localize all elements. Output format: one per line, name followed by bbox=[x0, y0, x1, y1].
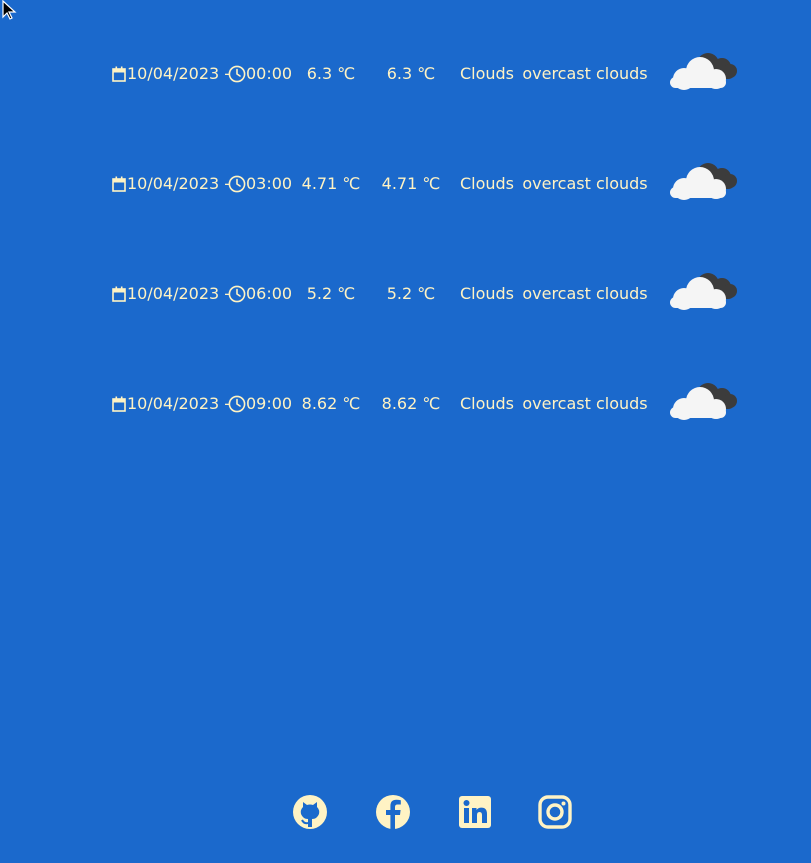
facebook-icon bbox=[376, 795, 410, 830]
forecast-condition: Clouds bbox=[459, 394, 515, 413]
instagram-link[interactable] bbox=[537, 794, 573, 830]
forecast-date: 10/04/2023 - bbox=[127, 284, 231, 303]
forecast-temp: 4.71 ℃ bbox=[301, 174, 361, 193]
mouse-cursor-icon bbox=[2, 0, 17, 20]
overcast-clouds-icon bbox=[670, 273, 737, 310]
github-link[interactable] bbox=[292, 794, 328, 830]
forecast-time: 00:00 bbox=[246, 64, 293, 83]
calendar-icon bbox=[112, 176, 126, 192]
forecast-feels-like: 8.62 ℃ bbox=[381, 394, 441, 413]
forecast-row: 10/04/2023 - 03:00 4.71 ℃ 4.71 ℃ Clouds … bbox=[0, 155, 811, 215]
linkedin-icon bbox=[459, 796, 491, 828]
calendar-icon bbox=[112, 286, 126, 302]
forecast-feels-like: 4.71 ℃ bbox=[381, 174, 441, 193]
forecast-condition: Clouds bbox=[459, 174, 515, 193]
forecast-condition: Clouds bbox=[459, 284, 515, 303]
overcast-clouds-icon bbox=[670, 53, 737, 90]
forecast-time: 09:00 bbox=[246, 394, 293, 413]
overcast-clouds-icon bbox=[670, 383, 737, 420]
forecast-description: overcast clouds bbox=[522, 284, 648, 303]
calendar-icon bbox=[112, 396, 126, 412]
facebook-link[interactable] bbox=[375, 794, 411, 830]
clock-icon bbox=[228, 65, 246, 83]
clock-icon bbox=[228, 175, 246, 193]
overcast-clouds-icon bbox=[670, 163, 737, 200]
forecast-date: 10/04/2023 - bbox=[127, 64, 231, 83]
forecast-feels-like: 5.2 ℃ bbox=[386, 284, 436, 303]
forecast-date: 10/04/2023 - bbox=[127, 394, 231, 413]
forecast-date: 10/04/2023 - bbox=[127, 174, 231, 193]
forecast-temp: 6.3 ℃ bbox=[306, 64, 356, 83]
forecast-description: overcast clouds bbox=[522, 64, 648, 83]
forecast-row: 10/04/2023 - 06:00 5.2 ℃ 5.2 ℃ Clouds ov… bbox=[0, 265, 811, 325]
instagram-icon bbox=[538, 795, 572, 829]
forecast-time: 06:00 bbox=[246, 284, 293, 303]
forecast-row: 10/04/2023 - 09:00 8.62 ℃ 8.62 ℃ Clouds … bbox=[0, 375, 811, 435]
clock-icon bbox=[228, 285, 246, 303]
calendar-icon bbox=[112, 66, 126, 82]
forecast-condition: Clouds bbox=[459, 64, 515, 83]
forecast-temp: 5.2 ℃ bbox=[306, 284, 356, 303]
forecast-description: overcast clouds bbox=[522, 394, 648, 413]
social-footer bbox=[0, 794, 811, 834]
forecast-time: 03:00 bbox=[246, 174, 293, 193]
clock-icon bbox=[228, 395, 246, 413]
linkedin-link[interactable] bbox=[457, 794, 493, 830]
forecast-temp: 8.62 ℃ bbox=[301, 394, 361, 413]
forecast-row: 10/04/2023 - 00:00 6.3 ℃ 6.3 ℃ Clouds ov… bbox=[0, 45, 811, 105]
forecast-feels-like: 6.3 ℃ bbox=[386, 64, 436, 83]
forecast-description: overcast clouds bbox=[522, 174, 648, 193]
github-icon bbox=[293, 795, 327, 829]
